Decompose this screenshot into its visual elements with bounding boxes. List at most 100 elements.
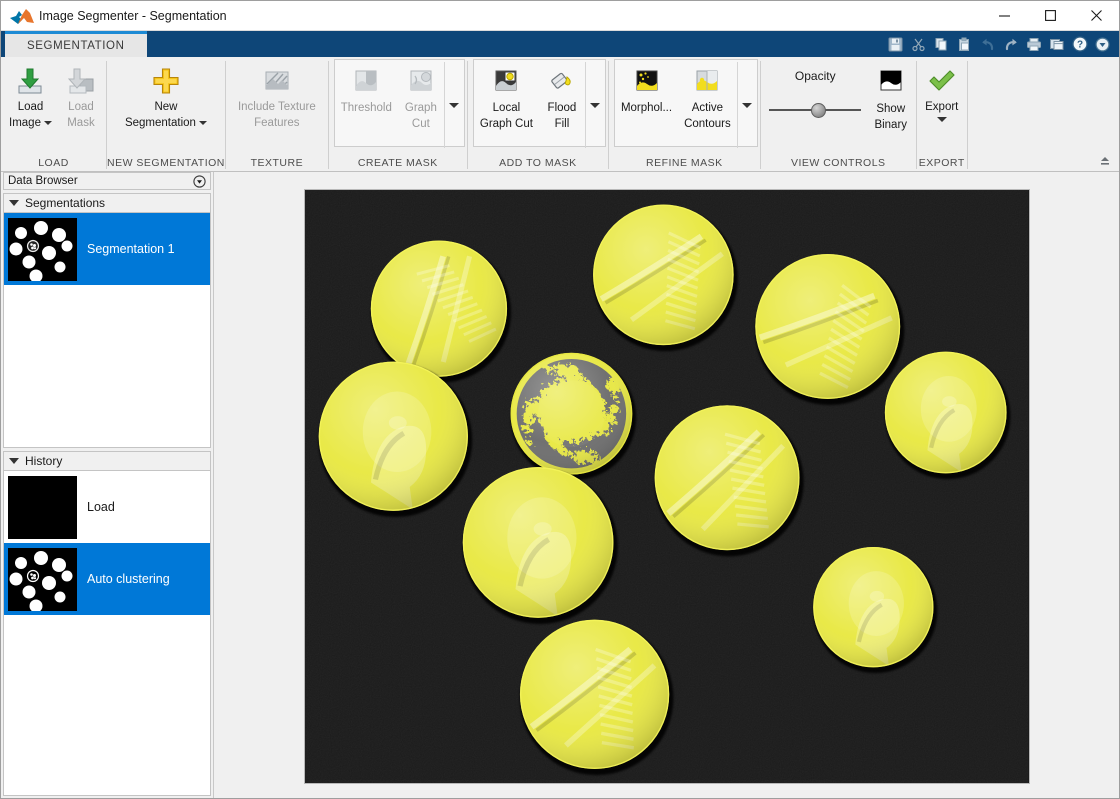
list-item-label: Load [87, 500, 115, 514]
chevron-down-icon [590, 102, 601, 108]
threshold-label: Threshold [340, 102, 392, 114]
ribbon-collapse-button[interactable] [1097, 153, 1113, 169]
ribbon-group-create-mask: Threshold Graph Cut CREATE MASK [329, 57, 467, 172]
create-mask-more-button[interactable] [443, 62, 464, 148]
opacity-slider-thumb[interactable] [811, 103, 827, 118]
local-graph-cut-label-1: Local [492, 102, 521, 114]
chevron-down-icon [742, 102, 753, 108]
title-bar: Image Segmenter - Segmentation [1, 1, 1119, 31]
group-label-texture: TEXTURE [250, 157, 304, 169]
group-label-view-controls: VIEW CONTROLS [790, 157, 886, 169]
list-item-label: Segmentation 1 [87, 242, 175, 256]
export-icon [926, 64, 958, 98]
include-texture-features-button[interactable]: Include Texture Features [232, 61, 322, 130]
add-to-mask-more-button[interactable] [584, 62, 605, 148]
qat-dropdown-icon[interactable] [1092, 34, 1113, 54]
ribbon-group-add-to-mask: Local Graph Cut Flood Fill ADD TO MASK [468, 57, 608, 172]
morphology-label: Morphol... [620, 102, 673, 114]
show-binary-label-1: Show [876, 103, 906, 115]
threshold-icon [351, 65, 381, 99]
data-browser-panel: Data Browser Segmentations Segmentation … [1, 172, 214, 798]
segmentations-header[interactable]: Segmentations [3, 193, 211, 213]
group-label-load: LOAD [38, 157, 69, 169]
graph-cut-button[interactable]: Graph Cut [398, 62, 444, 131]
triangle-down-icon [9, 458, 19, 464]
cut-icon[interactable] [908, 34, 929, 54]
load-image-label-1: Load [17, 101, 44, 113]
group-label-create-mask: CREATE MASK [357, 157, 438, 169]
redo-icon[interactable] [1000, 34, 1021, 54]
active-contours-button[interactable]: Active Contours [678, 62, 737, 131]
quick-access-toolbar: ? [885, 31, 1119, 57]
chevron-down-icon [449, 102, 460, 108]
load-image-button[interactable]: Load Image [3, 61, 58, 130]
load-mask-icon [65, 64, 97, 98]
undo-icon[interactable] [977, 34, 998, 54]
graph-cut-icon [406, 65, 436, 99]
export-button[interactable]: Export [919, 61, 965, 124]
new-segmentation-label-1: New [154, 101, 178, 113]
segmentations-list[interactable]: Segmentation 1 [3, 213, 211, 448]
coins-overlay-canvas [304, 190, 1029, 783]
maximize-button[interactable] [1027, 1, 1073, 31]
add-to-mask-gallery: Local Graph Cut Flood Fill [472, 59, 606, 148]
segmentation-image-view[interactable] [303, 189, 1030, 784]
texture-label-2: Features [254, 117, 300, 129]
history-header[interactable]: History [3, 451, 211, 471]
minimize-button[interactable] [981, 1, 1027, 31]
panel-dropdown-icon[interactable] [192, 174, 206, 188]
segmentations-title: Segmentations [25, 196, 106, 210]
save-icon[interactable] [885, 34, 906, 54]
history-panel: History Load Auto clustering [3, 451, 211, 796]
load-mask-button[interactable]: Load Mask [58, 61, 104, 130]
group-label-export: EXPORT [918, 157, 965, 169]
segmentations-panel: Segmentations Segmentation 1 [3, 193, 211, 448]
chevron-down-icon [936, 116, 947, 122]
new-segmentation-button[interactable]: New Segmentation [119, 61, 213, 130]
export-caret[interactable] [936, 114, 947, 124]
layout-icon[interactable] [1046, 34, 1067, 54]
window-controls [981, 1, 1119, 31]
list-item[interactable]: Segmentation 1 [4, 213, 210, 285]
history-thumbnail-load [8, 475, 77, 539]
list-item[interactable]: Load [4, 471, 210, 543]
chevron-down-icon [198, 120, 207, 125]
flood-fill-icon [547, 65, 577, 99]
local-graph-cut-button[interactable]: Local Graph Cut [474, 62, 539, 131]
opacity-label: Opacity [794, 69, 836, 83]
paste-icon[interactable] [954, 34, 975, 54]
group-label-new-segmentation: NEW SEGMENTATION [107, 157, 225, 169]
opacity-slider[interactable] [769, 99, 862, 121]
threshold-button[interactable]: Threshold [335, 62, 398, 115]
copy-icon[interactable] [931, 34, 952, 54]
opacity-control: Opacity [763, 61, 868, 121]
tab-segmentation[interactable]: SEGMENTATION [5, 31, 147, 57]
print-icon[interactable] [1023, 34, 1044, 54]
svg-text:?: ? [1076, 40, 1082, 51]
texture-icon [262, 64, 292, 98]
list-item[interactable]: Auto clustering [4, 543, 210, 615]
load-mask-label-2: Mask [67, 117, 95, 129]
group-label-refine-mask: REFINE MASK [646, 157, 723, 169]
ribbon-group-new-segmentation: New Segmentation NEW SEGMENTATION [107, 57, 225, 172]
morphology-button[interactable]: Morphol... [615, 62, 678, 115]
ribbon-group-refine-mask: Morphol... Active Contours REFINE MASK [609, 57, 760, 172]
morphology-icon [632, 65, 662, 99]
segmentation-thumbnail [8, 217, 77, 281]
graph-cut-label-1: Graph [404, 102, 437, 114]
active-contours-label-2: Contours [684, 118, 731, 130]
flood-fill-label-1: Flood [547, 102, 577, 114]
flood-fill-button[interactable]: Flood Fill [539, 62, 585, 131]
help-icon[interactable]: ? [1069, 34, 1090, 54]
load-image-label-2: Image [9, 117, 41, 129]
history-list[interactable]: Load Auto clustering [3, 471, 211, 796]
local-graph-cut-icon [491, 65, 521, 99]
refine-mask-more-button[interactable] [736, 62, 757, 148]
close-button[interactable] [1073, 1, 1119, 31]
data-browser-header: Data Browser [3, 172, 211, 190]
data-browser-title: Data Browser [8, 175, 78, 187]
load-image-icon [14, 64, 46, 98]
create-mask-gallery: Threshold Graph Cut [333, 59, 465, 148]
export-label: Export [925, 101, 959, 113]
show-binary-button[interactable]: Show Binary [868, 63, 914, 132]
